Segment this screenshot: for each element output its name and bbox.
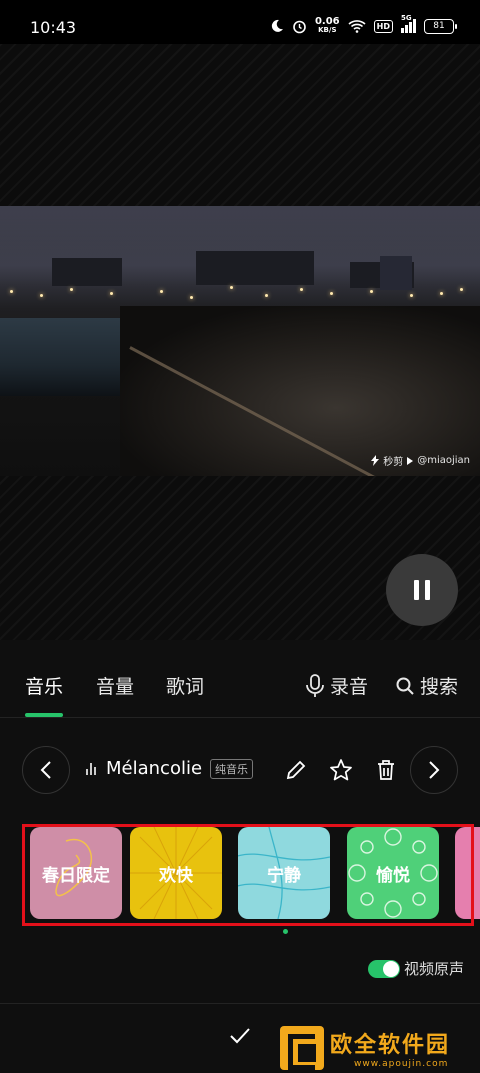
favorite-star-icon[interactable] [329, 758, 353, 782]
next-track-button[interactable] [410, 746, 458, 794]
microphone-icon [306, 673, 324, 697]
music-style-strip[interactable]: 春日限定 欢快 宁静 愉悦 [0, 824, 480, 926]
video-frame[interactable]: 秒剪 @miaojian [0, 206, 480, 476]
previous-track-button[interactable] [22, 746, 70, 794]
pause-icon [414, 580, 419, 600]
tab-volume[interactable]: 音量 [96, 672, 134, 699]
battery-indicator: 81 [424, 18, 457, 34]
original-audio-toggle-row[interactable]: 视频原声 [367, 958, 464, 979]
logo-name: 欧全软件园 [330, 1032, 451, 1058]
style-label: 愉悦 [376, 865, 410, 886]
style-label: 宁静 [267, 865, 301, 886]
confirm-check-icon[interactable] [228, 1024, 252, 1048]
tab-lyrics[interactable]: 歌词 [166, 672, 204, 699]
music-panel: 音乐 音量 歌词 录音 搜索 Mélancolie 纯音乐 春日限定 欢快 宁静… [0, 640, 480, 1073]
equalizer-icon [86, 762, 96, 775]
search-icon [396, 677, 414, 695]
moon-icon [271, 19, 283, 32]
record-label: 录音 [330, 676, 369, 698]
style-label: 春日限定 [42, 865, 110, 886]
original-audio-label: 视频原声 [403, 960, 464, 978]
logo-url: www.apoujin.com [354, 1058, 449, 1069]
original-audio-toggle[interactable] [367, 959, 400, 978]
network-speed: 0.06 KB/S [314, 16, 340, 35]
record-button[interactable]: 录音 [306, 672, 368, 699]
track-title: Mélancolie [106, 758, 203, 779]
alarm-icon [293, 20, 306, 33]
status-icons: 0.06 KB/S HD 5G 81 [270, 14, 457, 35]
hd-badge: HD [373, 19, 393, 33]
track-info[interactable]: Mélancolie 纯音乐 [86, 758, 254, 779]
chevron-right-icon [429, 761, 440, 779]
search-label: 搜索 [420, 676, 459, 698]
tab-music[interactable]: 音乐 [25, 672, 63, 699]
video-watermark: 秒剪 @miaojian [371, 453, 470, 468]
delete-trash-icon[interactable] [374, 758, 398, 782]
track-row: Mélancolie 纯音乐 [0, 746, 480, 796]
pause-button[interactable] [386, 554, 458, 626]
chevron-left-icon [40, 761, 51, 779]
panel-tabs: 音乐 音量 歌词 录音 搜索 [0, 640, 480, 718]
search-button[interactable]: 搜索 [396, 672, 458, 699]
page-indicator-dot [283, 929, 288, 934]
divider [0, 1003, 480, 1004]
track-tag: 纯音乐 [210, 758, 254, 779]
site-logo-watermark: 欧全软件园 www.apoujin.com [280, 1022, 480, 1073]
edit-pencil-icon[interactable] [284, 758, 308, 782]
play-triangle-icon [407, 456, 414, 465]
logo-mark-icon [280, 1025, 324, 1070]
status-time: 10:43 [30, 18, 77, 37]
style-label: 欢快 [159, 865, 193, 886]
signal-icon: 5G [401, 14, 416, 33]
active-tab-indicator [25, 713, 63, 717]
video-preview-area[interactable]: 秒剪 @miaojian [0, 44, 480, 640]
lightning-icon [371, 455, 380, 466]
wifi-icon [348, 20, 366, 33]
